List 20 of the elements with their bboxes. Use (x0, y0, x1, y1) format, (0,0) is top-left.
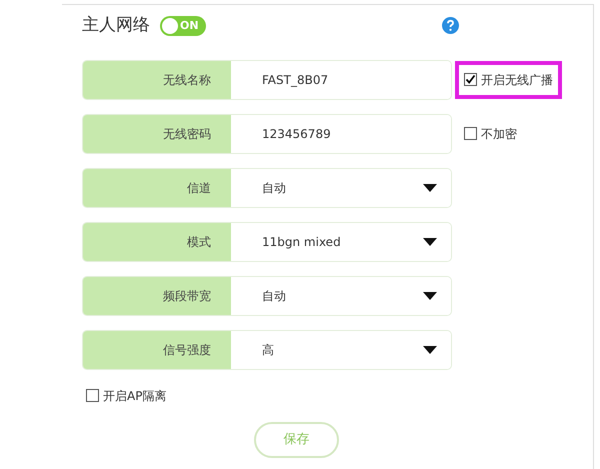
dropdown-arrow-icon (423, 238, 437, 246)
field-label: 模式 (83, 222, 231, 260)
checkbox-option[interactable]: 开启AP隔离 (86, 386, 593, 404)
field-label: 无线密码 (83, 114, 231, 152)
toggle-knob (162, 18, 178, 34)
dropdown-arrow-icon (423, 292, 437, 300)
checkbox-option[interactable]: 开启无线广播 (464, 70, 553, 88)
checkbox[interactable] (464, 127, 477, 140)
section-title: 主人网络 (82, 14, 150, 37)
checkbox-option[interactable]: 不加密 (464, 124, 517, 142)
checkbox[interactable] (86, 389, 99, 402)
field-label: 信号强度 (83, 330, 231, 368)
checkbox[interactable] (464, 73, 477, 86)
dropdown-arrow-icon (423, 184, 437, 192)
help-icon[interactable] (442, 17, 459, 34)
field-label: 信道 (83, 168, 231, 206)
field-label: 频段带宽 (83, 276, 231, 314)
dropdown-arrow-icon (423, 346, 437, 354)
checkmark-icon (465, 74, 476, 85)
field-label: 无线名称 (83, 60, 231, 98)
